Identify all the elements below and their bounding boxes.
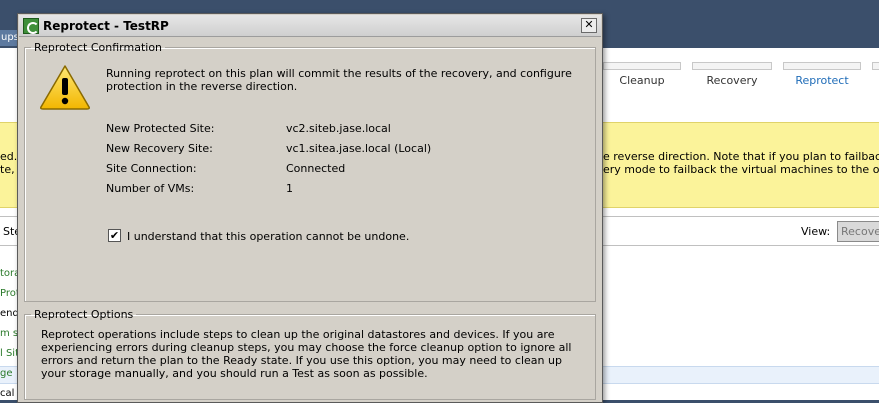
understand-checkbox[interactable]: ✔	[108, 229, 121, 242]
new-protected-site-value: vc2.siteb.jase.local	[286, 122, 391, 135]
list-item[interactable]: l Sit	[0, 348, 18, 359]
reprotect-dialog: Reprotect - TestRP ✕ Reprotect Confirmat…	[17, 13, 603, 403]
step-cleanup[interactable]: Cleanup	[603, 62, 681, 94]
step-label: Cleanup	[619, 74, 665, 87]
number-of-vms-label: Number of VMs:	[106, 182, 195, 195]
warning-left-line-2: te,	[0, 163, 15, 176]
list-item[interactable]: Prot	[0, 288, 18, 299]
list-item[interactable]: m st	[0, 328, 18, 339]
step-progress-bar	[692, 62, 772, 70]
new-recovery-site-value: vc1.sitea.jase.local (Local)	[286, 142, 432, 155]
new-recovery-site-label: New Recovery Site:	[106, 142, 213, 155]
step-label: Reprotect	[795, 74, 849, 87]
dialog-titlebar[interactable]: Reprotect - TestRP ✕	[19, 15, 601, 37]
options-description: Reprotect operations include steps to cl…	[41, 328, 572, 380]
confirmation-legend: Reprotect Confirmation	[34, 41, 163, 54]
warning-right-line-1: e reverse direction. Note that if you pl…	[603, 150, 879, 163]
options-legend: Reprotect Options	[34, 308, 134, 321]
site-connection-value: Connected	[286, 162, 346, 175]
step-progress-bar	[603, 62, 681, 70]
view-select[interactable]: Recover	[837, 221, 879, 242]
number-of-vms-value: 1	[286, 182, 293, 195]
warning-left-line-1: ed.	[0, 150, 18, 163]
step-reprotect[interactable]: Reprotect	[783, 62, 861, 94]
top-tab-fragment[interactable]: ups	[0, 30, 18, 46]
step-recovery[interactable]: Recovery	[692, 62, 772, 94]
site-connection-label: Site Connection:	[106, 162, 197, 175]
step-progress-bar	[872, 62, 879, 70]
left-list: tora Prot end m st l Sit ge cal V	[0, 216, 18, 400]
understand-label[interactable]: I understand that this operation cannot …	[127, 230, 409, 243]
confirmation-message: Running reprotect on this plan will comm…	[106, 67, 572, 93]
list-item[interactable]: ge	[0, 368, 18, 379]
step-progress-bar	[783, 62, 861, 70]
app-logo-icon	[23, 18, 39, 34]
warning-right-line-2: ery mode to failback the virtual machine…	[603, 163, 879, 176]
warning-icon	[40, 65, 90, 110]
close-button[interactable]: ✕	[581, 18, 597, 33]
list-item[interactable]: end	[0, 308, 18, 319]
step-label: Recovery	[706, 74, 758, 87]
dialog-title: Reprotect - TestRP	[43, 19, 169, 33]
step-extra	[872, 62, 879, 94]
view-label: View:	[801, 225, 831, 238]
new-protected-site-label: New Protected Site:	[106, 122, 215, 135]
list-item[interactable]: tora	[0, 268, 18, 279]
list-item[interactable]: cal V	[0, 388, 18, 399]
